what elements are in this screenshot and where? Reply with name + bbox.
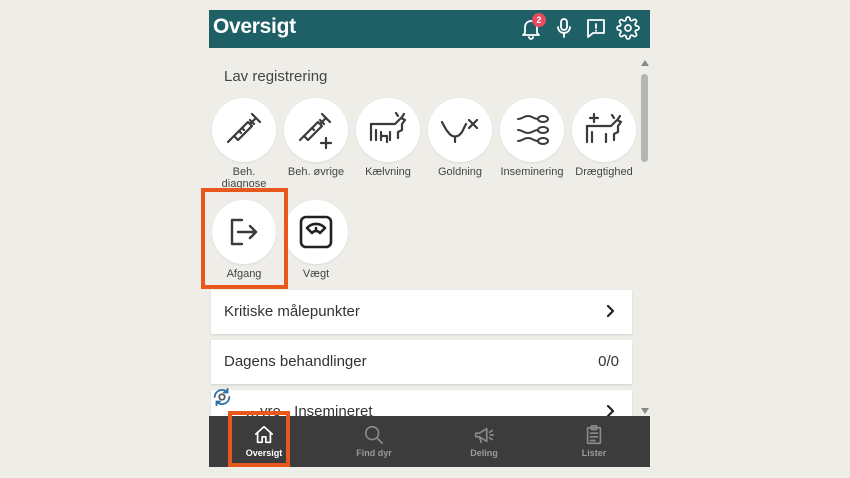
app-header: Oversigt 2: [209, 10, 650, 48]
tile-beh-diagnose[interactable]: Beh. diagnose: [209, 98, 279, 190]
search-icon: [364, 425, 384, 445]
scroll-up-icon[interactable]: [641, 60, 649, 66]
scroll-thumb[interactable]: [641, 74, 648, 162]
page-title: Oversigt: [213, 15, 296, 38]
tile-label: Beh. diagnose: [221, 166, 267, 190]
tile-label: Beh. øvrige: [287, 166, 345, 178]
section-title: Lav registrering: [224, 68, 328, 85]
sperm-icon: [517, 115, 549, 145]
tile-beh-ovrige[interactable]: Beh. øvrige: [281, 98, 351, 178]
syringe-plus-icon: [298, 112, 333, 150]
nav-lister[interactable]: Lister: [539, 416, 649, 467]
nav-deling[interactable]: Deling: [429, 416, 539, 467]
nav-oversigt[interactable]: Oversigt: [209, 416, 319, 467]
scale-icon: [299, 215, 333, 249]
cow-pregnancy-icon: [585, 112, 623, 144]
home-icon: [254, 425, 274, 444]
treatments-count: 0/0: [598, 353, 619, 370]
insemineret-row[interactable]: …yre - Insemineret: [211, 390, 632, 416]
tile-label: Drægtighed: [575, 166, 633, 178]
tile-label: Inseminering: [500, 166, 564, 178]
kritiske-malepunkter-row[interactable]: Kritiske målepunkter: [211, 290, 632, 334]
nav-label: Deling: [470, 448, 498, 458]
exit-icon: [230, 218, 258, 246]
tile-label: Goldning: [437, 166, 483, 178]
row-label: Dagens behandlinger: [224, 353, 367, 370]
nav-label: Lister: [581, 448, 607, 458]
syringe-icon: [226, 112, 262, 144]
tile-label: Kælvning: [365, 166, 411, 178]
tile-afgang[interactable]: Afgang: [209, 200, 279, 280]
tile-draegtighed[interactable]: Drægtighed: [569, 98, 638, 178]
megaphone-icon: [474, 427, 494, 444]
notification-badge: 2: [532, 13, 546, 27]
row-label: Kritiske målepunkter: [224, 303, 360, 320]
scroll-down-icon[interactable]: [641, 408, 649, 414]
tile-kaelvning[interactable]: Kælvning: [353, 98, 423, 178]
clipboard-icon: [586, 425, 602, 445]
chevron-right-icon: [606, 304, 615, 318]
nav-label: Find dyr: [356, 448, 392, 458]
overview-content: Lav registrering Beh. diagnose Beh. øvri…: [209, 48, 638, 416]
row-label: …yre - Insemineret: [245, 403, 373, 416]
app-screen: Oversigt 2 Lav registrering Beh. diagnos…: [209, 10, 650, 467]
tile-label: Afgang: [226, 268, 262, 280]
nav-label: Oversigt: [245, 448, 283, 458]
feedback-icon: [587, 19, 605, 38]
scrollbar[interactable]: [639, 58, 650, 416]
tile-vaegt[interactable]: Vægt: [281, 200, 351, 280]
cow-dry-icon: [440, 118, 479, 144]
chevron-right-icon: [606, 404, 615, 416]
sync-icon[interactable]: [211, 386, 233, 408]
microphone-icon: [557, 18, 571, 38]
tile-goldning[interactable]: Goldning: [425, 98, 495, 178]
tile-label: Vægt: [302, 268, 330, 280]
nav-find-dyr[interactable]: Find dyr: [319, 416, 429, 467]
bottom-navigation: Oversigt Find dyr Deling Lister: [209, 416, 650, 467]
tile-inseminering[interactable]: Inseminering: [497, 98, 567, 178]
notifications-button[interactable]: 2: [519, 13, 546, 40]
gear-icon: [616, 16, 640, 40]
settings-button[interactable]: [616, 16, 640, 40]
voice-button[interactable]: [552, 16, 576, 40]
cow-calving-icon: [369, 111, 407, 144]
dagens-behandlinger-row[interactable]: Dagens behandlinger 0/0: [211, 340, 632, 384]
report-button[interactable]: [584, 16, 608, 40]
